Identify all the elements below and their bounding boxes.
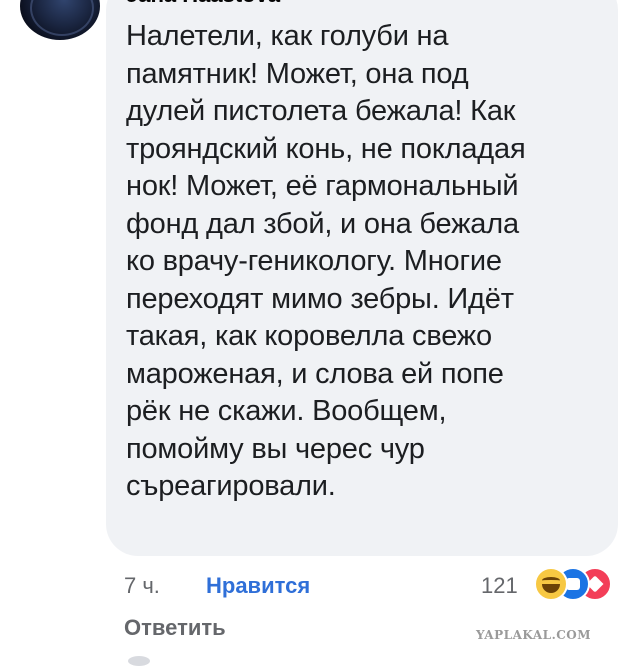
- comment-text: Налетели, как голуби на памятник! Может,…: [126, 18, 606, 506]
- watermark: YAPLAKAL.COM: [476, 628, 592, 642]
- reactions-summary[interactable]: [534, 567, 620, 601]
- like-button[interactable]: Нравится: [206, 572, 310, 600]
- comment-line: фонд дал збой, и она бежала: [126, 207, 519, 240]
- comment-line: нок! Может, её гармональный: [126, 170, 519, 202]
- comment-line: мароженая, и слова ей попе: [126, 357, 504, 390]
- comment-timestamp[interactable]: 7 ч.: [124, 572, 160, 600]
- comment-line: рёк не скажи. Вообщем,: [126, 395, 447, 427]
- comment-author[interactable]: Jana Haastova: [126, 0, 280, 8]
- reply-button[interactable]: Ответить: [124, 614, 226, 642]
- comment-line: помойму вы черес чур: [126, 432, 425, 465]
- comment-line: съреагировали.: [126, 470, 336, 502]
- comment-line: дулей пистолета бежала! Как: [126, 95, 516, 127]
- comment-line: памятник! Может, она под: [126, 57, 469, 90]
- comment-line: Налетели, как голуби на: [126, 20, 449, 52]
- comment-line: такая, как коровелла свежо: [126, 320, 492, 352]
- reaction-count[interactable]: 121: [481, 572, 518, 600]
- comment-line: ко врачу-геникологу. Многие: [126, 245, 502, 277]
- haha-icon: [534, 567, 568, 601]
- comment-line: трояндский конь, не покладая: [126, 132, 526, 165]
- comment-line: переходят мимо зебры. Идёт: [126, 282, 514, 315]
